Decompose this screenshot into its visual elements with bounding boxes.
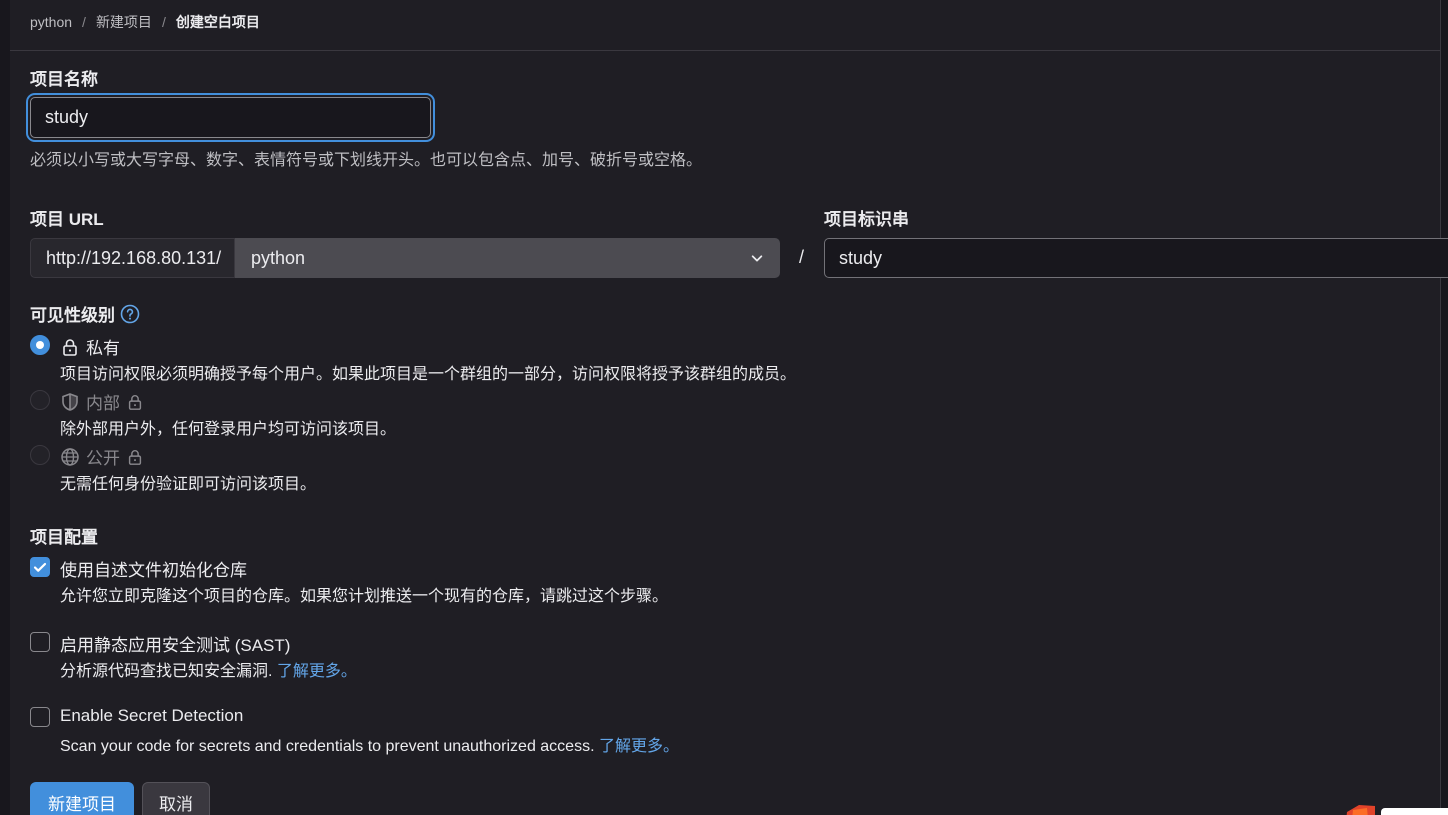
lock-icon [60, 337, 80, 357]
floating-widget[interactable] [1345, 800, 1448, 815]
secret-detection-learn-more-link[interactable]: 了解更多。 [599, 738, 679, 755]
breadcrumb-separator: / [82, 14, 86, 30]
secret-detection-description: Scan your code for secrets and credentia… [60, 738, 595, 755]
breadcrumb: python / 新建项目 / 创建空白项目 [30, 12, 260, 32]
checkmark-icon [33, 562, 47, 572]
url-slash: / [799, 247, 805, 267]
project-url-prefix: http://192.168.80.131/ [30, 238, 235, 278]
visibility-label-row: 可见性级别 [30, 301, 140, 326]
breadcrumb-item-group[interactable]: python [30, 14, 72, 30]
readme-checkbox[interactable] [30, 557, 50, 577]
sast-label[interactable]: 启用静态应用安全测试 (SAST) [60, 631, 290, 656]
sast-description: 分析源代码查找已知安全漏洞. [60, 663, 273, 680]
visibility-private-description: 项目访问权限必须明确授予每个用户。如果此项目是一个群组的一部分，访问权限将授予该… [60, 366, 797, 383]
lock-icon [126, 393, 144, 411]
sast-learn-more-link[interactable]: 了解更多。 [277, 663, 357, 680]
globe-icon [60, 447, 80, 467]
visibility-internal-radio[interactable] [30, 390, 50, 410]
visibility-internal-option[interactable]: 内部 [60, 389, 144, 414]
help-icon[interactable] [120, 304, 140, 324]
visibility-public-label: 公开 [86, 449, 120, 468]
breadcrumb-item-new-project[interactable]: 新建项目 [96, 12, 152, 32]
visibility-internal-description: 除外部用户外，任何登录用户均可访问该项目。 [60, 421, 397, 438]
visibility-label: 可见性级别 [30, 306, 115, 325]
project-slug-input[interactable] [824, 238, 1448, 278]
readme-label[interactable]: 使用自述文件初始化仓库 [60, 556, 247, 581]
right-panel-edge [1440, 0, 1448, 815]
visibility-public-option[interactable]: 公开 [60, 444, 144, 469]
project-url-group: http://192.168.80.131/ python [30, 238, 780, 278]
secret-detection-label[interactable]: Enable Secret Detection [60, 706, 243, 726]
visibility-private-label: 私有 [86, 339, 120, 358]
create-project-button[interactable]: 新建项目 [30, 782, 134, 815]
secret-detection-description-row: Scan your code for secrets and credentia… [60, 732, 679, 756]
header-divider [10, 50, 1440, 51]
project-name-input[interactable] [30, 97, 431, 138]
project-name-label: 项目名称 [30, 70, 98, 89]
secret-detection-checkbox[interactable] [30, 707, 50, 727]
cancel-button[interactable]: 取消 [142, 782, 210, 815]
breadcrumb-current[interactable]: 创建空白项目 [176, 12, 260, 32]
namespace-selected: python [251, 247, 306, 268]
breadcrumb-separator: / [161, 14, 166, 30]
project-slug-label: 项目标识串 [824, 210, 909, 229]
widget-logo-icon [1346, 805, 1448, 815]
visibility-private-radio[interactable] [30, 335, 50, 355]
lock-icon [126, 448, 144, 466]
readme-description: 允许您立即克隆这个项目的仓库。如果您计划推送一个现有的仓库，请跳过这个步骤。 [60, 588, 669, 605]
sast-description-row: 分析源代码查找已知安全漏洞. 了解更多。 [60, 657, 357, 681]
visibility-public-radio[interactable] [30, 445, 50, 465]
project-url-label: 项目 URL [30, 210, 104, 229]
project-name-help: 必须以小写或大写字母、数字、表情符号或下划线开头。也可以包含点、加号、破折号或空… [30, 152, 703, 169]
visibility-private-option[interactable]: 私有 [60, 334, 120, 359]
project-config-label: 项目配置 [30, 528, 98, 547]
chevron-down-icon [750, 251, 764, 265]
namespace-dropdown[interactable]: python [235, 238, 780, 278]
sast-checkbox[interactable] [30, 632, 50, 652]
visibility-internal-label: 内部 [86, 394, 120, 413]
left-sidebar-edge [0, 0, 10, 815]
shield-icon [60, 392, 80, 412]
visibility-public-description: 无需任何身份验证即可访问该项目。 [60, 476, 317, 493]
